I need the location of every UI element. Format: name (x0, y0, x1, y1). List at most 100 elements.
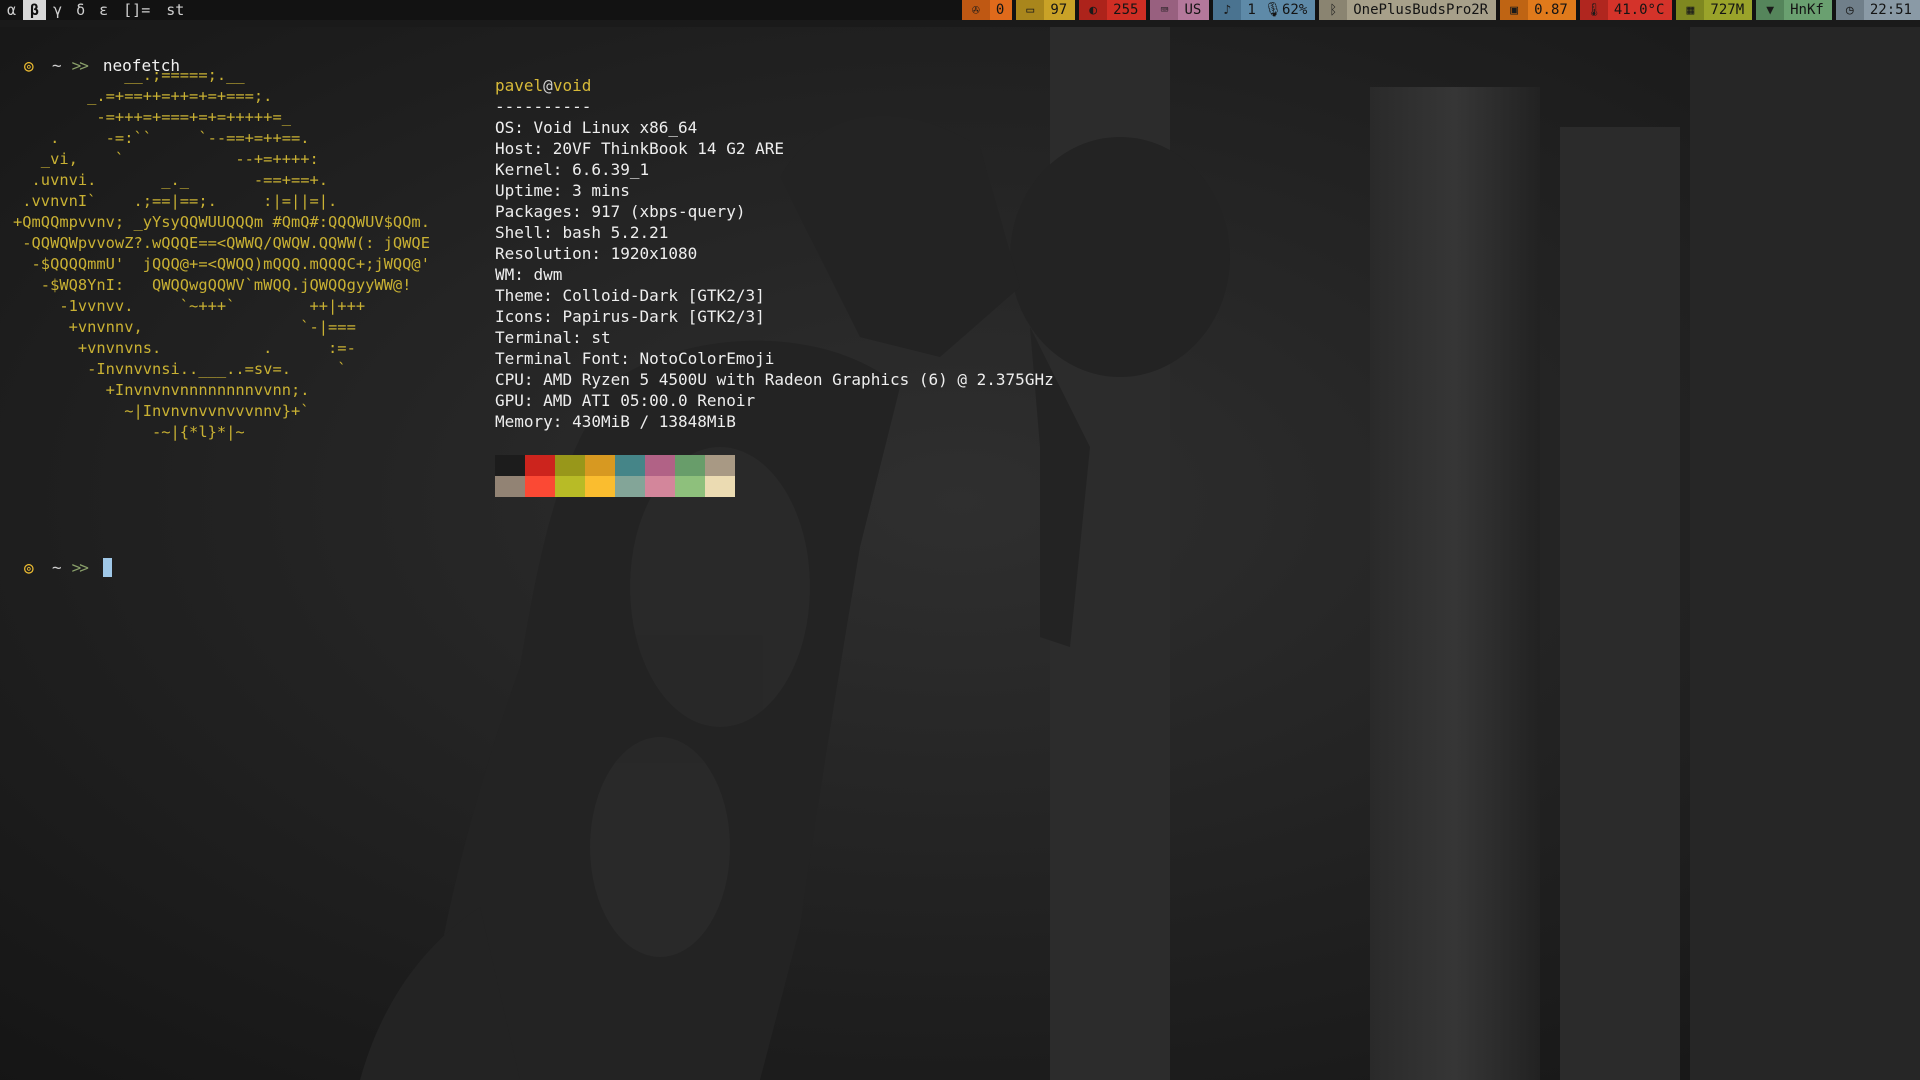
info-colon: : (572, 202, 592, 221)
prompt-arrows: >> (71, 558, 89, 577)
brightness-icon: ◐ (1079, 0, 1108, 20)
separator-line: ---------- (495, 97, 592, 116)
color-swatch (675, 455, 705, 476)
hostname: void (552, 76, 592, 95)
info-key: CPU (495, 370, 524, 389)
info-line: Terminal: st (495, 327, 1054, 348)
status-module[interactable]: ✇ 0 (961, 0, 1013, 20)
prompt-directory: ~ (52, 558, 62, 577)
cpu-fan-icon: ✇ (961, 0, 990, 20)
color-swatch (525, 455, 555, 476)
info-colon: : (514, 265, 534, 284)
info-value: 20VF ThinkBook 14 G2 ARE (552, 139, 784, 158)
info-colon: : (543, 286, 563, 305)
status-module[interactable]: ◷ 22:51 (1835, 0, 1920, 20)
info-key: GPU (495, 391, 524, 410)
status-value: 41.0°C (1607, 0, 1673, 20)
info-value: Void Linux x86_64 (533, 118, 698, 137)
workspace-tag[interactable]: β (23, 0, 47, 20)
info-colon: : (552, 160, 573, 179)
active-prompt-line[interactable]: ◎ ~ >> (24, 557, 112, 578)
text-cursor[interactable] (102, 558, 112, 577)
at-sign: @ (543, 76, 553, 95)
temperature-icon: 🌡 (1579, 0, 1608, 20)
terminal-window[interactable]: ◎ ~ >> neofetch __.;=====;.__ _.=+==++=+… (0, 27, 1920, 1080)
status-module[interactable]: 🌡 41.0°C (1579, 0, 1673, 20)
info-value: NotoColorEmoji (639, 349, 775, 368)
info-key: Kernel (495, 160, 553, 179)
info-value: 3 mins (572, 181, 630, 200)
info-colon: : (572, 328, 592, 347)
info-line: Uptime: 3 mins (495, 180, 1054, 201)
info-line: CPU: AMD Ryzen 5 4500U with Radeon Graph… (495, 369, 1054, 390)
username: pavel (495, 76, 544, 95)
workspace-tag[interactable]: ε (92, 0, 115, 20)
void-ascii-logo: __.;=====;.__ _.=+==++=++=+=+===;. -=+++… (13, 66, 430, 441)
color-swatch (705, 455, 735, 476)
color-swatch (585, 455, 615, 476)
layout-indicator[interactable]: []= (115, 1, 158, 19)
battery-icon: ▭ (1016, 0, 1045, 20)
info-colon: : (533, 139, 553, 158)
color-swatch (495, 476, 525, 497)
info-colon: : (591, 244, 611, 263)
status-value: 97 (1044, 0, 1076, 20)
status-module[interactable]: ▣ 0.87 (1500, 0, 1576, 20)
info-line: Memory: 430MiB / 13848MiB (495, 411, 1054, 432)
status-value: HnKf (1784, 0, 1832, 20)
color-swatch (555, 476, 585, 497)
workspace-tags: αβγδε (0, 0, 115, 20)
workspace-tag[interactable]: γ (46, 0, 69, 20)
color-swatch (495, 455, 525, 476)
info-colon: : (543, 307, 563, 326)
info-key: Packages (495, 202, 573, 221)
status-module[interactable]: ▭ 97 (1016, 0, 1076, 20)
info-colon: : (620, 349, 640, 368)
info-colon: : (552, 181, 573, 200)
info-value: AMD ATI 05:00.0 Renoir (543, 391, 756, 410)
workspace-tag[interactable]: δ (69, 0, 92, 20)
window-title: st (166, 1, 185, 19)
color-swatch (585, 476, 615, 497)
color-swatch (705, 476, 735, 497)
color-swatch (555, 455, 585, 476)
info-colon: : (543, 223, 563, 242)
info-key: Host (495, 139, 534, 158)
system-info: pavel@void ---------- OS: Void Linux x86… (495, 75, 1054, 432)
status-module[interactable]: ᛒ OnePlusBudsPro2R (1319, 0, 1497, 20)
info-value: 917 (xbps-query) (591, 202, 746, 221)
info-key: Resolution (495, 244, 592, 263)
user-host-line: pavel@void (495, 75, 1054, 96)
info-key: OS (495, 118, 515, 137)
info-key: Terminal (495, 328, 573, 347)
info-line: Shell: bash 5.2.21 (495, 222, 1054, 243)
status-value: OnePlusBudsPro2R (1347, 0, 1497, 20)
info-value: Papirus-Dark [GTK2/3] (562, 307, 765, 326)
info-line: Icons: Papirus-Dark [GTK2/3] (495, 306, 1054, 327)
wifi-icon: ▼ (1756, 0, 1785, 20)
color-swatch (645, 476, 675, 497)
info-line: WM: dwm (495, 264, 1054, 285)
status-module[interactable]: ▦ 727M (1676, 0, 1753, 20)
workspace-tag[interactable]: α (0, 0, 23, 20)
bluetooth-icon: ᛒ (1319, 0, 1348, 20)
cpu-load-icon: ▣ (1500, 0, 1529, 20)
info-value: 1920x1080 (610, 244, 698, 263)
info-key: Theme (495, 286, 544, 305)
info-value: AMD Ryzen 5 4500U with Radeon Graphics (… (543, 370, 1054, 389)
status-module[interactable]: ♪ 1 🎙62% (1213, 0, 1316, 20)
status-module[interactable]: ⌨ US (1150, 0, 1210, 20)
status-module[interactable]: ◐ 255 (1079, 0, 1147, 20)
info-line: Terminal Font: NotoColorEmoji (495, 348, 1054, 369)
info-colon: : (552, 412, 573, 431)
info-key: Uptime (495, 181, 553, 200)
info-line: GPU: AMD ATI 05:00.0 Renoir (495, 390, 1054, 411)
status-module[interactable]: ▼ HnKf (1756, 0, 1832, 20)
color-swatch (675, 476, 705, 497)
info-line: Theme: Colloid-Dark [GTK2/3] (495, 285, 1054, 306)
info-colon: : (514, 118, 534, 137)
color-swatch (615, 455, 645, 476)
info-value: bash 5.2.21 (562, 223, 669, 242)
info-value: 6.6.39_1 (572, 160, 650, 179)
top-status-bar: αβγδε []= st ✇ 0 ▭ 97 ◐ 255 ⌨ US ♪ 1 🎙62% ᛒ OnePlus… (0, 0, 1920, 20)
